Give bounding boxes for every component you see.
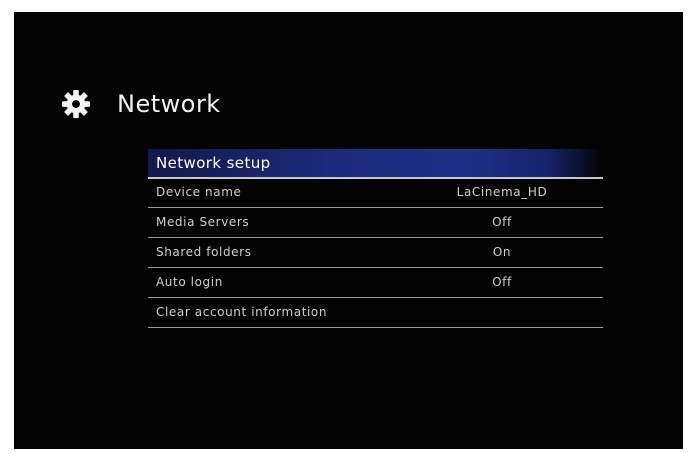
- menu-item-device-name[interactable]: Device name LaCinema_HD: [148, 178, 603, 208]
- menu-item-value: On: [492, 245, 512, 259]
- menu-item-clear-account-information[interactable]: Clear account information: [148, 298, 603, 328]
- menu-item-shared-folders[interactable]: Shared folders On: [148, 238, 603, 268]
- menu-item-value: Off: [492, 275, 512, 289]
- settings-menu: Network setup Device name LaCinema_HD Me…: [148, 149, 603, 328]
- menu-item-label: Clear account information: [156, 305, 328, 319]
- menu-item-label: Media Servers: [156, 215, 250, 229]
- menu-item-value: Off: [492, 215, 512, 229]
- page-header: Network: [61, 84, 221, 124]
- gear-icon: [61, 89, 91, 119]
- menu-item-label: Device name: [156, 185, 242, 199]
- menu-item-network-setup[interactable]: Network setup: [148, 149, 603, 179]
- page-title: Network: [117, 90, 221, 118]
- menu-item-media-servers[interactable]: Media Servers Off: [148, 208, 603, 238]
- menu-item-label: Auto login: [156, 275, 223, 289]
- tv-screen: Network Network setup Device name LaCine…: [14, 12, 683, 449]
- menu-item-auto-login[interactable]: Auto login Off: [148, 268, 603, 298]
- menu-item-label: Shared folders: [156, 245, 252, 259]
- menu-item-value: LaCinema_HD: [456, 185, 548, 199]
